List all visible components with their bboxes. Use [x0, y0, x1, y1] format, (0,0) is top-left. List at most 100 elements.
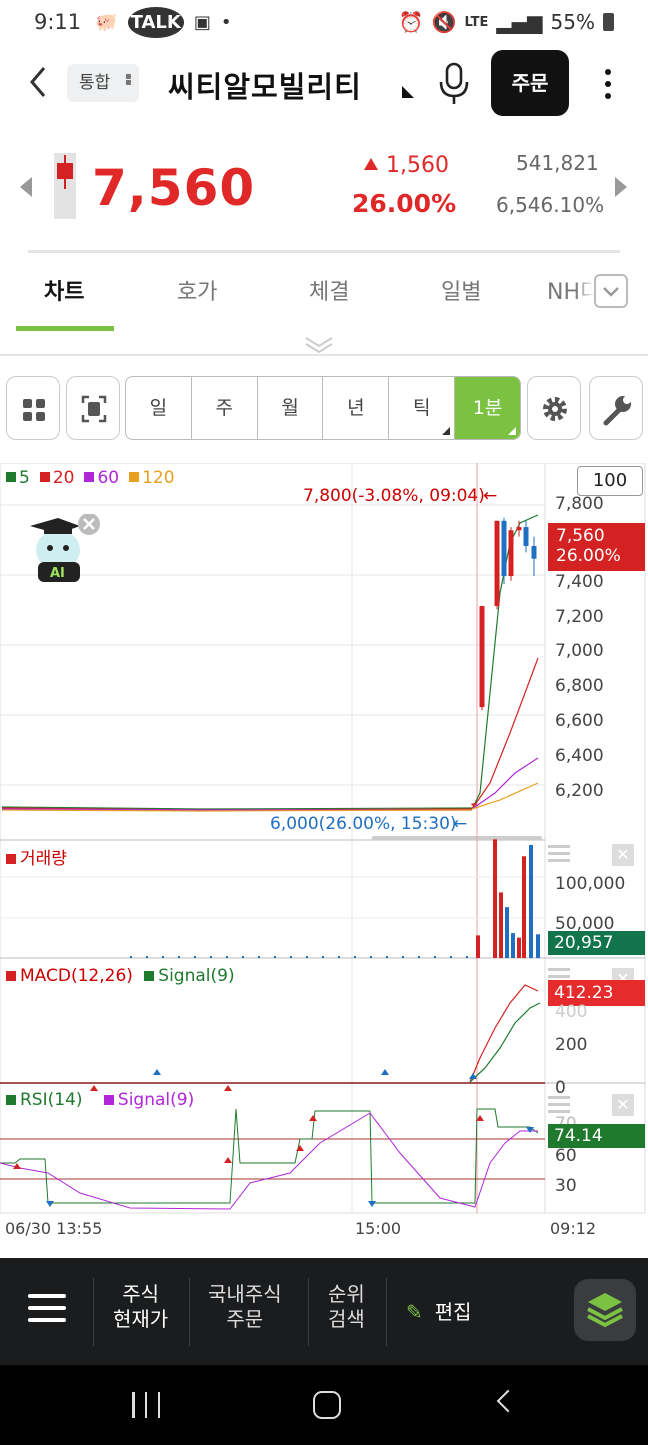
up-triangle-icon — [364, 158, 378, 170]
period-day[interactable]: 일 — [126, 377, 192, 439]
price-panel: 7,560 1,560 26.00% 541,821 6,546.10% — [0, 125, 648, 245]
period-tick[interactable]: 틱 — [389, 377, 456, 439]
scope-dots-icon: ▪ ▪ — [125, 71, 132, 88]
period-month[interactable]: 월 — [258, 377, 324, 439]
candle — [471, 803, 477, 806]
volume-bar — [476, 935, 480, 958]
tools-button[interactable] — [589, 376, 643, 440]
tab-expand-button[interactable] — [594, 274, 628, 308]
legend-ma5: 5 — [6, 468, 30, 488]
recent-apps-icon[interactable] — [132, 1392, 160, 1418]
divider — [93, 1278, 94, 1346]
rsi-tag: 74.14 — [548, 1124, 645, 1148]
price-change-pct: 26.00% — [352, 189, 457, 218]
price-tick: 6,600 — [555, 711, 604, 731]
layout-button[interactable] — [6, 376, 60, 440]
active-tab-indicator — [16, 326, 114, 331]
tab-daily[interactable]: 일별 — [441, 274, 481, 306]
nav-edit-button[interactable]: ✎ 편집 — [406, 1296, 472, 1325]
current-price: 7,560 — [92, 159, 256, 217]
more-vert-icon — [605, 69, 611, 99]
x-label-mid: 15:00 — [355, 1219, 402, 1238]
gear-icon — [543, 397, 567, 421]
mic-icon — [439, 62, 469, 104]
macd-title: MACD(12,26) Signal(9) — [6, 966, 235, 986]
wrench-icon — [603, 396, 631, 426]
nav-domestic-order[interactable]: 국내주식 주문 — [208, 1282, 282, 1332]
volume-ratio: 6,546.10% — [496, 193, 605, 217]
volume-bar — [511, 933, 515, 958]
home-icon[interactable] — [313, 1391, 341, 1419]
tab-orderbook[interactable]: 호가 — [177, 274, 217, 306]
divider — [0, 354, 648, 356]
candle — [501, 520, 507, 577]
panel-menu-icon[interactable] — [548, 845, 572, 863]
hamburger-menu-icon[interactable] — [28, 1294, 66, 1324]
mini-candle-icon — [54, 153, 76, 219]
prev-stock-icon[interactable] — [20, 177, 32, 197]
zoom-input[interactable]: 100 — [577, 466, 643, 496]
legend-ma60: 60 — [84, 468, 119, 488]
stock-dropdown-icon[interactable] — [402, 86, 414, 98]
candle — [523, 527, 529, 547]
period-year[interactable]: 년 — [323, 377, 390, 439]
screenshot-button[interactable] — [66, 376, 120, 440]
panel-close-icon[interactable]: ✕ — [612, 844, 634, 866]
legend-ma120: 120 — [129, 468, 175, 488]
x-label-end: 09:12 — [550, 1219, 597, 1238]
scope-selector[interactable]: 통합 ▪ ▪ — [67, 64, 139, 102]
clock: 9:11 — [34, 10, 82, 34]
grid-icon — [23, 399, 45, 421]
more-menu-button[interactable] — [596, 64, 620, 104]
network-label: LTE — [464, 14, 489, 30]
ai-assistant-button[interactable]: AI — [30, 513, 100, 586]
volume-bar — [529, 844, 533, 958]
price-tick: 7,200 — [555, 607, 604, 627]
stock-name[interactable]: 씨티알모빌리티 — [168, 64, 362, 106]
volume-title: 거래량 — [6, 844, 67, 869]
battery-icon — [603, 13, 614, 31]
mic-button[interactable] — [436, 62, 472, 106]
layers-button[interactable] — [574, 1279, 636, 1341]
volume-tick: 100,000 — [555, 874, 626, 894]
dot-icon: • — [220, 11, 232, 33]
macd-tick: 200 — [555, 1035, 588, 1055]
battery-text: 55% — [550, 10, 595, 34]
tab-chart[interactable]: 차트 — [44, 274, 84, 306]
low-arrow-icon: ← — [453, 814, 468, 834]
back-button[interactable] — [22, 62, 56, 102]
period-week[interactable]: 주 — [192, 377, 258, 439]
current-pct-tag-value: 26.00% — [556, 546, 621, 566]
volume-bar — [517, 937, 521, 958]
nav-ranking-search[interactable]: 순위 검색 — [328, 1282, 365, 1332]
period-selector: 일 주 월 년 틱 1분 — [125, 376, 521, 440]
volume-bar — [493, 839, 497, 958]
chart-toolbar: 일 주 월 년 틱 1분 — [0, 376, 648, 442]
price-change: 1,560 — [364, 153, 449, 178]
back-arrow-icon — [30, 67, 46, 97]
next-stock-icon[interactable] — [615, 177, 627, 197]
panel-close-icon[interactable]: ✕ — [612, 1094, 634, 1116]
candle — [479, 606, 485, 708]
volume-bar — [536, 934, 540, 958]
chart-settings-button[interactable] — [527, 376, 581, 440]
panel-menu-icon[interactable] — [548, 1096, 572, 1114]
system-nav-bar — [0, 1365, 648, 1445]
macd-tick: 0 — [555, 1078, 566, 1098]
candle — [516, 527, 522, 531]
system-back-icon[interactable] — [496, 1389, 520, 1413]
divider — [189, 1278, 190, 1346]
period-1min[interactable]: 1분 — [455, 377, 520, 439]
dropdown-corner-icon — [442, 427, 451, 435]
high-annotation: 7,800(-3.08%, 09:04) — [303, 486, 485, 506]
order-button[interactable]: 주문 — [491, 50, 569, 116]
price-tick: 6,800 — [555, 676, 604, 696]
app-header: 통합 ▪ ▪ 씨티알모빌리티 주문 — [0, 44, 648, 122]
volume-bar — [522, 856, 526, 958]
period-1min-label: 1분 — [472, 397, 503, 419]
legend-ma20: 20 — [39, 468, 74, 488]
nav-stock-quote[interactable]: 주식 현재가 — [113, 1282, 168, 1332]
tab-trades[interactable]: 체결 — [309, 274, 349, 306]
collapse-chevron-icon[interactable] — [304, 334, 334, 354]
price-tick: 7,400 — [555, 572, 604, 592]
